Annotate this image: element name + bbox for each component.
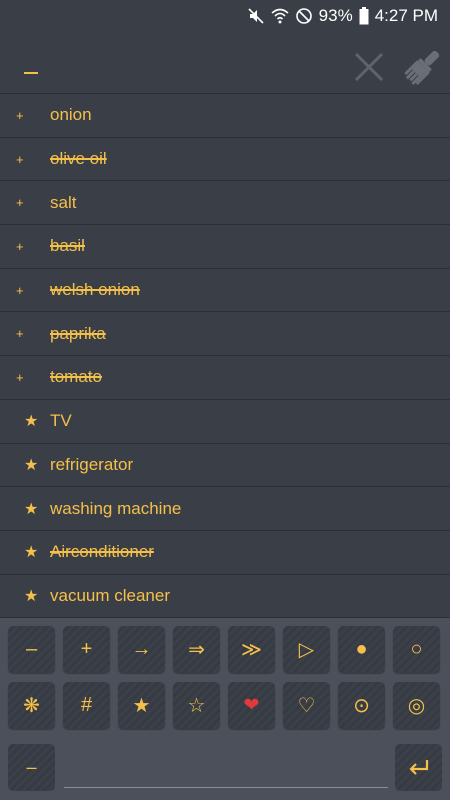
star-bullet-icon: ★ xyxy=(24,587,39,605)
list-item-label: basil xyxy=(50,236,85,256)
star-bullet-icon: ★ xyxy=(24,500,39,518)
list-item-label: onion xyxy=(50,105,92,125)
status-bar: 93% 4:27 PM xyxy=(0,0,450,32)
item-input[interactable] xyxy=(64,750,388,788)
list-item[interactable]: ★ refrigerator xyxy=(0,444,450,488)
chevrons-key[interactable]: ≫ xyxy=(228,626,275,673)
list-item[interactable]: + paprika xyxy=(0,312,450,357)
symbol-row-2: ❋ # ★ ☆ ❤ ♡ ⊙ ◎ xyxy=(8,682,448,729)
star-bullet-icon: ★ xyxy=(24,456,39,474)
list-item-label: tomato xyxy=(50,367,102,387)
triangle-key[interactable]: ▷ xyxy=(283,626,330,673)
battery-icon xyxy=(359,7,369,25)
list-item[interactable]: ★ vacuum cleaner xyxy=(0,575,450,619)
list-item-label: welsh onion xyxy=(50,280,140,300)
enter-key[interactable] xyxy=(395,744,442,791)
bullseye-key[interactable]: ◎ xyxy=(393,682,440,729)
list-item-label: washing machine xyxy=(50,498,182,518)
clear-icon[interactable] xyxy=(352,50,386,84)
list-header xyxy=(0,32,450,94)
list-item[interactable]: + salt xyxy=(0,181,450,226)
star-key[interactable]: ☆ xyxy=(173,682,220,729)
input-bar: – xyxy=(0,744,450,800)
battery-percent: 93% xyxy=(318,6,353,25)
collapse-toggle[interactable] xyxy=(24,72,38,74)
plus-bullet-icon: + xyxy=(16,195,24,211)
list-item[interactable]: + welsh onion xyxy=(0,269,450,313)
list-item[interactable]: ★ Airconditioner xyxy=(0,531,450,575)
list-item[interactable]: + olive oil xyxy=(0,138,450,182)
star-bullet-icon: ★ xyxy=(24,413,39,431)
hash-key[interactable]: # xyxy=(63,682,110,729)
list-item-label: vacuum cleaner xyxy=(50,585,171,605)
filled-star-key[interactable]: ★ xyxy=(118,682,165,729)
list-item[interactable]: + tomato xyxy=(0,356,450,400)
list-item[interactable]: ★ washing machine xyxy=(0,487,450,531)
dash-key[interactable]: – xyxy=(8,626,55,673)
filled-circle-key[interactable]: ● xyxy=(338,626,385,673)
wifi-icon xyxy=(271,7,289,25)
dot-circle-key[interactable]: ⊙ xyxy=(338,682,385,729)
list-item-label: olive oil xyxy=(50,149,107,169)
plus-bullet-icon: + xyxy=(16,326,24,342)
plus-key[interactable]: + xyxy=(63,626,110,673)
list-item-label: salt xyxy=(50,192,77,212)
star-bullet-icon: ★ xyxy=(24,544,39,562)
dnd-icon xyxy=(295,7,313,25)
plus-bullet-icon: + xyxy=(16,107,24,123)
arrow-key[interactable]: → xyxy=(118,626,165,673)
plus-bullet-icon: + xyxy=(16,238,24,254)
heart-key[interactable]: ❤ xyxy=(228,682,275,729)
heart-outline-key[interactable]: ♡ xyxy=(283,682,330,729)
item-list: + onion + olive oil + salt + basil + welsh onion +… xyxy=(0,94,450,619)
asterism-key[interactable]: ❋ xyxy=(8,682,55,729)
enter-icon xyxy=(408,759,428,775)
circle-key[interactable]: ○ xyxy=(393,626,440,673)
list-item-label: refrigerator xyxy=(50,454,134,474)
clock: 4:27 PM xyxy=(374,6,438,25)
mode-key[interactable]: – xyxy=(8,744,55,791)
list-item-label: Airconditioner xyxy=(50,542,154,562)
list-item[interactable]: + onion xyxy=(0,94,450,138)
plus-bullet-icon: + xyxy=(16,369,24,385)
list-item-label: TV xyxy=(50,411,72,431)
double-arrow-key[interactable]: ⇒ xyxy=(173,626,220,673)
symbol-keyboard: – + → ⇒ ≫ ▷ ● ○ ❋ # ★ ☆ ❤ ♡ ⊙ ◎ – xyxy=(0,618,450,800)
list-item[interactable]: + basil xyxy=(0,225,450,269)
plus-bullet-icon: + xyxy=(16,151,24,167)
mute-icon xyxy=(247,7,265,25)
symbol-row-1: – + → ⇒ ≫ ▷ ● ○ xyxy=(8,626,448,673)
plus-bullet-icon: + xyxy=(16,282,24,298)
list-item-label: paprika xyxy=(50,323,106,343)
list-item[interactable]: ★ TV xyxy=(0,400,450,444)
paintbrush-icon[interactable] xyxy=(402,48,442,88)
